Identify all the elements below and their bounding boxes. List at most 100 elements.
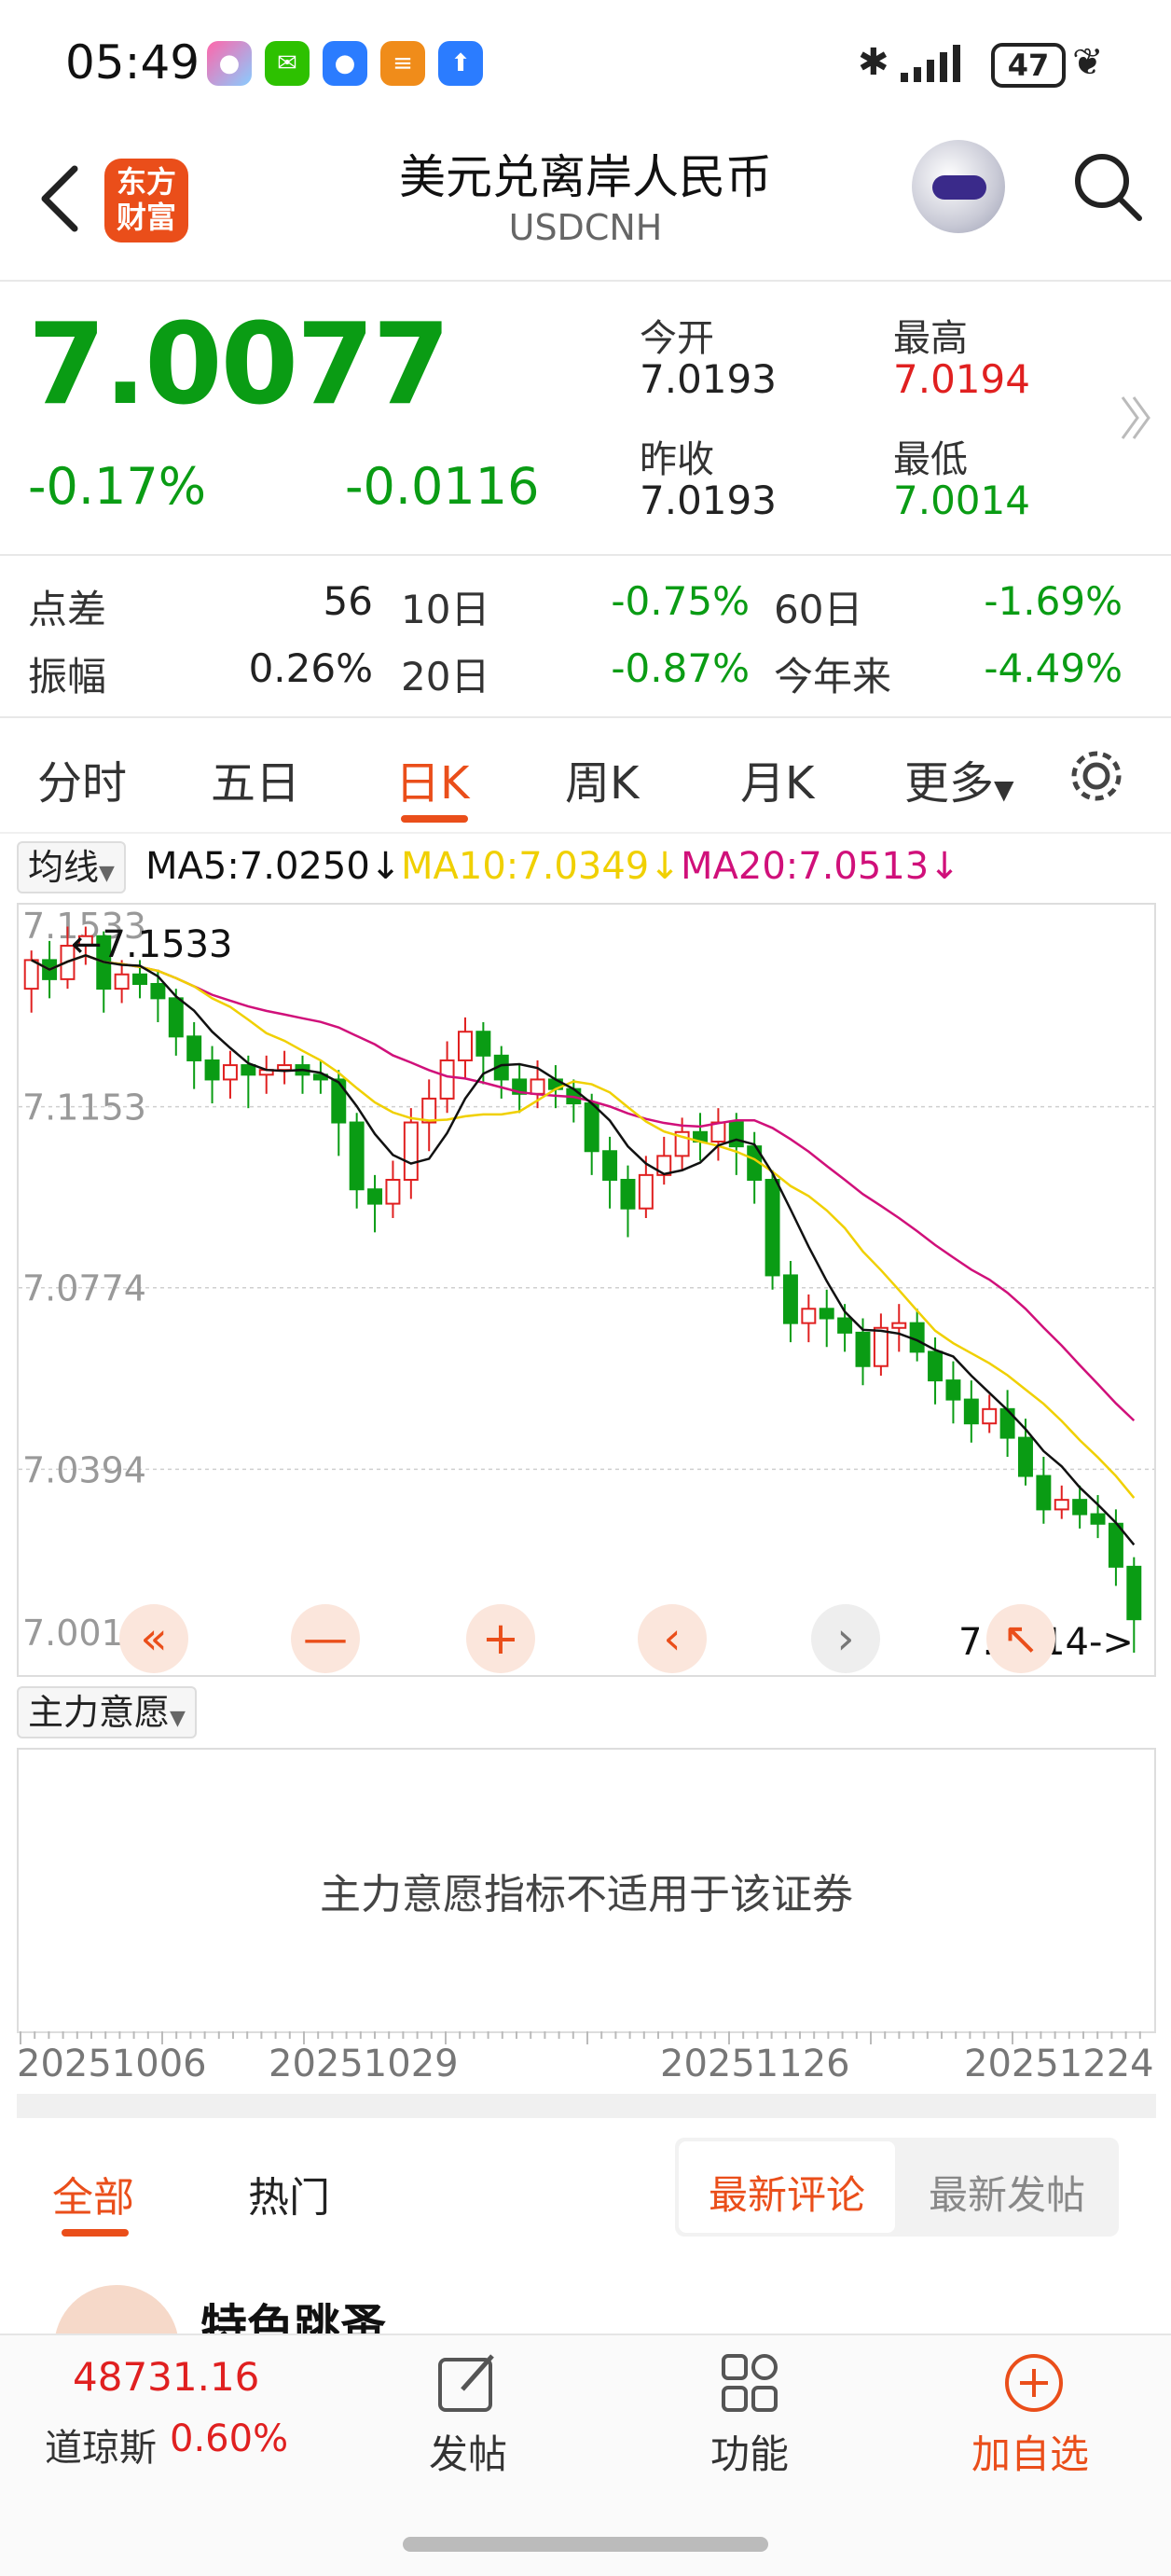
dow-index-name[interactable]: 道琼斯 <box>45 2417 157 2472</box>
spread-value: 56 <box>323 578 373 624</box>
prev-close-label: 昨收 <box>640 438 714 481</box>
ma5-value: MA5:7.0250 <box>145 845 370 888</box>
ma10-value: MA10:7.0349 <box>401 845 650 888</box>
tab-hot-posts[interactable]: 热门 <box>248 2164 330 2223</box>
message-icon: ● <box>323 41 367 86</box>
candle-body <box>1036 1475 1052 1511</box>
60d-label: 60日 <box>774 587 863 632</box>
candle-body <box>475 1031 491 1057</box>
leaf-icon: ❦ <box>1072 41 1104 84</box>
change-value: -0.0116 <box>345 457 540 516</box>
tab-more[interactable]: 更多▼ <box>904 746 1014 811</box>
candle-body <box>385 1178 401 1205</box>
tab-5day[interactable]: 五日 <box>211 746 300 811</box>
logo-text-1: 东方 <box>116 164 176 200</box>
scroll-right-button[interactable]: › <box>811 1604 880 1673</box>
ytd-value: -4.49% <box>984 645 1123 691</box>
candle-body <box>855 1331 871 1367</box>
y-tick-label: 7.0394 <box>22 1449 146 1490</box>
candle-body <box>1072 1499 1088 1516</box>
20d-value: -0.87% <box>611 645 750 691</box>
indicator-message: 主力意愿指标不适用于该证券 <box>320 1871 853 1918</box>
low-label: 最低 <box>893 438 968 481</box>
assistant-robot-eye <box>932 175 986 200</box>
candle-body <box>150 982 166 1000</box>
functions-button-label[interactable]: 功能 <box>710 2423 789 2480</box>
candlestick-chart[interactable]: 7.15337.11537.07747.03947.0014←7.15337.0… <box>17 903 1156 1677</box>
candle-body <box>963 1398 979 1425</box>
candle-body <box>403 1121 419 1181</box>
search-icon[interactable] <box>1072 151 1143 222</box>
ma20-value: MA20:7.0513 <box>681 845 930 888</box>
back-icon[interactable] <box>37 163 84 234</box>
last-price: 7.0077 <box>28 300 450 430</box>
post-button-label[interactable]: 发帖 <box>429 2423 507 2480</box>
down-arrow-icon: ↓ <box>369 845 402 888</box>
tab-weekly-k[interactable]: 周K <box>565 746 639 811</box>
add-watchlist-label[interactable]: 加自选 <box>971 2423 1089 2480</box>
candle-body <box>168 997 184 1038</box>
add-watchlist-icon[interactable] <box>1001 2350 1067 2416</box>
scroll-strip[interactable] <box>17 2094 1156 2118</box>
candle-body <box>186 1035 202 1061</box>
wechat-icon: ✉ <box>265 41 310 86</box>
tab-monthly-k[interactable]: 月K <box>740 746 814 811</box>
tab-daily-k[interactable]: 日K <box>395 746 469 811</box>
candle-body <box>584 1102 599 1153</box>
down-arrow-icon: ↓ <box>649 845 681 888</box>
sort-latest-comment[interactable]: 最新评论 <box>709 2164 865 2221</box>
tab-more-label: 更多 <box>904 757 995 810</box>
candle-body <box>873 1326 889 1367</box>
candle-body <box>132 973 147 985</box>
dow-index-percent[interactable]: 0.60% <box>170 2417 288 2460</box>
candle-body <box>891 1322 907 1329</box>
candle-body <box>241 1064 256 1076</box>
battery-icon: 47 <box>991 43 1066 88</box>
scroll-left-fast-button[interactable]: « <box>119 1604 188 1673</box>
indicator-selector-button[interactable]: 主力意愿▼ <box>17 1686 197 1738</box>
candle-body <box>277 1064 293 1072</box>
gear-icon[interactable] <box>1065 744 1128 808</box>
home-indicator[interactable] <box>403 2537 768 2552</box>
candle-body <box>801 1308 817 1324</box>
ma-selector-button[interactable]: 均线▼ <box>17 841 126 893</box>
zoom-out-button[interactable]: — <box>291 1604 360 1673</box>
reset-button[interactable]: ↖ <box>986 1604 1055 1673</box>
tab-all-posts[interactable]: 全部 <box>52 2164 134 2223</box>
20d-label: 20日 <box>401 654 490 699</box>
signal-icon <box>901 45 960 82</box>
candle-body <box>1018 1436 1033 1477</box>
candle-body <box>1054 1499 1069 1511</box>
candle-body <box>602 1150 618 1181</box>
app-logo[interactable]: 东方 财富 <box>104 159 188 242</box>
dow-index-value[interactable]: 48731.16 <box>73 2354 259 2400</box>
date-label: 20251224 <box>964 2043 1154 2085</box>
candle-body <box>638 1173 654 1210</box>
sort-latest-post[interactable]: 最新发帖 <box>929 2164 1085 2221</box>
expand-chevron-icon[interactable] <box>1119 392 1152 444</box>
dropdown-arrow-icon: ▼ <box>99 862 115 885</box>
divider <box>0 554 1171 556</box>
open-label: 今开 <box>640 317 714 360</box>
candle-body <box>728 1121 744 1148</box>
scroll-left-button[interactable]: ‹ <box>638 1604 707 1673</box>
candle-body <box>222 1064 238 1081</box>
zoom-in-button[interactable]: + <box>466 1604 535 1673</box>
candle-body <box>331 1078 347 1124</box>
bluetooth-icon: ✱ <box>858 41 889 84</box>
active-tab-indicator <box>401 815 468 823</box>
down-arrow-icon: ↓ <box>929 845 960 888</box>
divider <box>0 832 1171 834</box>
functions-grid-icon[interactable] <box>718 2350 783 2416</box>
candle-body <box>204 1059 220 1081</box>
tab-intraday[interactable]: 分时 <box>37 746 127 811</box>
candle-body <box>23 959 39 990</box>
prev-close-value: 7.0193 <box>640 478 777 523</box>
active-tab-indicator <box>62 2229 129 2237</box>
10d-value: -0.75% <box>611 578 750 624</box>
candle-body <box>782 1274 798 1324</box>
10d-label: 10日 <box>401 587 490 632</box>
candle-body <box>367 1188 383 1205</box>
candlestick-chart-svg[interactable]: 7.15337.11537.07747.03947.0014←7.15337.0… <box>19 905 1154 1675</box>
edit-post-icon[interactable] <box>434 2350 500 2416</box>
